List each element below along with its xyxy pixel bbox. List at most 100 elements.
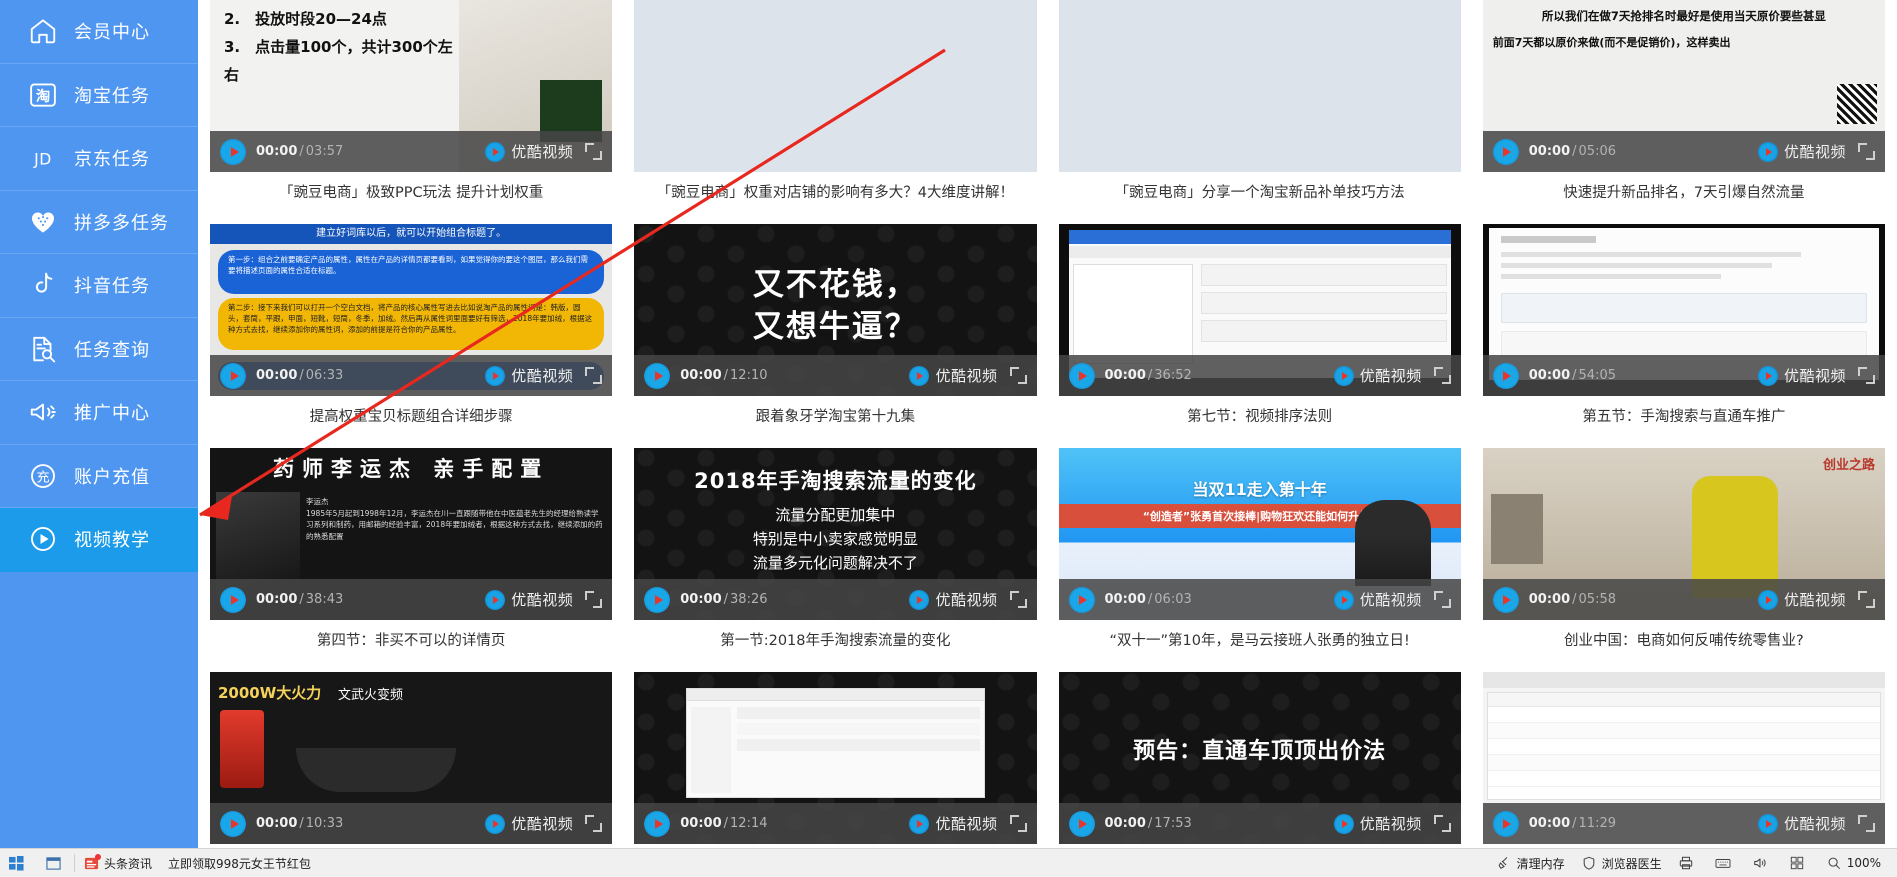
player-control-bar[interactable]: 00:00 / 38:26 优酷视频 xyxy=(634,579,1037,620)
fullscreen-icon[interactable] xyxy=(1858,815,1875,832)
taskbar-right-item-6[interactable] xyxy=(1781,849,1818,877)
fullscreen-icon[interactable] xyxy=(1858,143,1875,160)
video-card[interactable]: 创业之路 00:00 / 05:58 优酷视频 创业中国：电商如何反哺传统零售业 xyxy=(1482,448,1885,672)
video-card[interactable]: 2. 投放时段20—24点 3. 点击量100个，共计300个左右 00:00 /… xyxy=(210,0,613,224)
play-icon[interactable] xyxy=(1492,138,1519,165)
video-title[interactable]: 第一节:2018年手淘搜索流量的变化 xyxy=(634,620,1036,668)
fullscreen-icon[interactable] xyxy=(585,367,603,384)
sidebar-item-9[interactable]: 视频教学 xyxy=(0,508,198,572)
sidebar-item-8[interactable]: 充 账户充值 xyxy=(0,445,198,508)
fullscreen-icon[interactable] xyxy=(1009,815,1027,832)
play-icon[interactable] xyxy=(644,362,671,389)
taskbar-left-item-4[interactable]: 立即领取998元女王节红包 xyxy=(160,849,319,877)
video-title[interactable]: 第四节：非买不可以的详情页 xyxy=(210,620,612,668)
video-title[interactable]: 「豌豆电商」分享一个淘宝新品补单技巧方法 xyxy=(1059,172,1461,220)
taskbar-right-item-5[interactable] xyxy=(1744,849,1781,877)
fullscreen-icon[interactable] xyxy=(1433,815,1451,832)
video-card[interactable]: 建立好词库以后，就可以开始组合标题了。 第一步：组合之前要确定产品的属性，属性在… xyxy=(210,224,613,448)
play-icon[interactable] xyxy=(220,586,246,613)
player-control-bar[interactable]: 00:00 / 12:10 优酷视频 xyxy=(634,355,1037,396)
taskbar-left-item-2[interactable] xyxy=(37,849,74,877)
video-card[interactable]: 又不花钱， 又想牛逼？ 00:00 / 12:10 优酷视频 跟着象牙学淘宝第十… xyxy=(634,224,1037,448)
taskbar-left-item-1[interactable] xyxy=(0,849,37,877)
video-thumbnail[interactable] xyxy=(1058,0,1461,172)
player-control-bar[interactable]: 00:00 / 10:33 优酷视频 xyxy=(210,803,613,844)
sidebar-item-5[interactable]: 抖音任务 xyxy=(0,254,198,318)
player-control-bar[interactable]: 00:00 / 38:43 优酷视频 xyxy=(210,579,613,620)
video-thumbnail[interactable]: 药师李运杰 亲手配置 李运杰 1985年5月起到1998年12月，李运杰在川一直跟… xyxy=(210,448,613,620)
video-card[interactable]: 所以我们在做7天抢排名时最好是使用当天原价要些甚显 前面7天都以原价来做(而不是… xyxy=(1482,0,1885,224)
video-thumbnail[interactable]: 预告：直通车顶顶出价法 00:00 / 17:53 优酷视频 xyxy=(1058,672,1461,844)
sidebar-item-2[interactable]: 淘 淘宝任务 xyxy=(0,64,198,127)
play-icon[interactable] xyxy=(220,138,246,165)
video-title[interactable]: 跟着象牙学淘宝第十九集 xyxy=(634,396,1036,444)
sidebar-item-1[interactable]: 会员中心 xyxy=(0,0,198,64)
player-control-bar[interactable]: 00:00 / 03:57 优酷视频 xyxy=(210,131,613,172)
video-card[interactable]: 2018年手淘搜索流量的变化 流量分配更加集中 特别是中小卖家感觉明显 流量多元… xyxy=(634,448,1037,672)
player-control-bar[interactable]: 00:00 / 06:03 优酷视频 xyxy=(1058,579,1461,620)
video-thumbnail[interactable]: 又不花钱， 又想牛逼？ 00:00 / 12:10 优酷视频 xyxy=(634,224,1037,396)
play-icon[interactable] xyxy=(1492,362,1519,389)
taskbar-right-item-3[interactable] xyxy=(1670,849,1707,877)
video-card[interactable]: 「豌豆电商」权重对店铺的影响有多大？4大维度讲解！ xyxy=(634,0,1037,224)
fullscreen-icon[interactable] xyxy=(585,815,603,832)
video-card[interactable]: 2000W大火力 文武火变频 00:00 / 10:33 优酷视频 xyxy=(210,672,613,848)
video-thumbnail[interactable]: 创业之路 00:00 / 05:58 优酷视频 xyxy=(1482,448,1885,620)
video-card[interactable]: 预告：直通车顶顶出价法 00:00 / 17:53 优酷视频 直通车关键词出价调… xyxy=(1058,672,1461,848)
sidebar-item-6[interactable]: 任务查询 xyxy=(0,318,198,381)
video-thumbnail[interactable]: 2. 投放时段20—24点 3. 点击量100个，共计300个左右 00:00 /… xyxy=(210,0,613,172)
video-title[interactable]: “双十一”第10年，是马云接班人张勇的独立日! xyxy=(1059,620,1461,668)
video-title[interactable]: 「豌豆电商」极致PPC玩法 提升计划权重 xyxy=(210,172,612,220)
video-card[interactable]: 药师李运杰 亲手配置 李运杰 1985年5月起到1998年12月，李运杰在川一直跟… xyxy=(210,448,613,672)
player-control-bar[interactable]: 00:00 / 06:33 优酷视频 xyxy=(210,355,613,396)
taskbar-right-item-7[interactable]: 100% xyxy=(1818,849,1889,877)
sidebar-item-3[interactable]: JD 京东任务 xyxy=(0,127,198,191)
play-icon[interactable] xyxy=(1492,586,1519,613)
video-card[interactable]: 00:00 / 11:29 优酷视频 直通车基本调价 xyxy=(1482,672,1885,848)
fullscreen-icon[interactable] xyxy=(1858,591,1875,608)
player-control-bar[interactable]: 00:00 / 11:29 优酷视频 xyxy=(1482,803,1885,844)
player-control-bar[interactable]: 00:00 / 05:06 优酷视频 xyxy=(1482,131,1885,172)
fullscreen-icon[interactable] xyxy=(1858,367,1875,384)
taskbar-right-item-2[interactable]: 浏览器医生 xyxy=(1573,849,1670,877)
taskbar-right-item-1[interactable]: 清理内存 xyxy=(1488,849,1573,877)
video-card[interactable]: 当双11走入第十年 “创造者”张勇首次接棒|购物狂欢还能如何升级? 00:00 … xyxy=(1058,448,1461,672)
play-icon[interactable] xyxy=(1068,810,1095,837)
video-card[interactable]: 00:00 / 36:52 优酷视频 第七节：视频排序法则 xyxy=(1058,224,1461,448)
video-card[interactable]: 00:00 / 54:05 优酷视频 第五节：手淘搜索与直通车推广 xyxy=(1482,224,1885,448)
video-title[interactable]: 提高权重宝贝标题组合详细步骤 xyxy=(210,396,612,444)
play-icon[interactable] xyxy=(644,586,671,613)
play-icon[interactable] xyxy=(1492,810,1519,837)
video-thumbnail[interactable]: 00:00 / 36:52 优酷视频 xyxy=(1058,224,1461,396)
video-thumbnail[interactable]: 所以我们在做7天抢排名时最好是使用当天原价要些甚显 前面7天都以原价来做(而不是… xyxy=(1482,0,1885,172)
sidebar-item-7[interactable]: 推广中心 xyxy=(0,381,198,445)
fullscreen-icon[interactable] xyxy=(1433,367,1451,384)
video-card[interactable]: 「豌豆电商」分享一个淘宝新品补单技巧方法 xyxy=(1058,0,1461,224)
video-thumbnail[interactable]: 2018年手淘搜索流量的变化 流量分配更加集中 特别是中小卖家感觉明显 流量多元… xyxy=(634,448,1037,620)
play-icon[interactable] xyxy=(1068,362,1095,389)
video-thumbnail[interactable]: 建立好词库以后，就可以开始组合标题了。 第一步：组合之前要确定产品的属性，属性在… xyxy=(210,224,613,396)
video-thumbnail[interactable]: 当双11走入第十年 “创造者”张勇首次接棒|购物狂欢还能如何升级? 00:00 … xyxy=(1058,448,1461,620)
fullscreen-icon[interactable] xyxy=(1009,367,1027,384)
play-icon[interactable] xyxy=(220,810,246,837)
video-title[interactable]: 快速提升新品排名，7天引爆自然流量 xyxy=(1483,172,1885,220)
player-control-bar[interactable]: 00:00 / 05:58 优酷视频 xyxy=(1482,579,1885,620)
video-title[interactable]: 「豌豆电商」权重对店铺的影响有多大？4大维度讲解！ xyxy=(634,172,1036,220)
video-title[interactable]: 第七节：视频排序法则 xyxy=(1059,396,1461,444)
play-icon[interactable] xyxy=(644,810,671,837)
video-thumbnail[interactable]: 00:00 / 11:29 优酷视频 xyxy=(1482,672,1885,844)
player-control-bar[interactable]: 00:00 / 54:05 优酷视频 xyxy=(1482,355,1885,396)
fullscreen-icon[interactable] xyxy=(585,143,603,160)
sidebar-item-4[interactable]: 拼多多任务 xyxy=(0,191,198,254)
play-icon[interactable] xyxy=(220,362,246,389)
taskbar-left-item-3[interactable]: 头条资讯 xyxy=(75,849,160,877)
video-thumbnail[interactable] xyxy=(634,0,1037,172)
player-control-bar[interactable]: 00:00 / 12:14 优酷视频 xyxy=(634,803,1037,844)
video-thumbnail[interactable]: 00:00 / 12:14 优酷视频 xyxy=(634,672,1037,844)
video-title[interactable]: 第五节：手淘搜索与直通车推广 xyxy=(1483,396,1885,444)
video-card[interactable]: 00:00 / 12:14 优酷视频 直通车定位投放 xyxy=(634,672,1037,848)
play-icon[interactable] xyxy=(1068,586,1095,613)
video-thumbnail[interactable]: 2000W大火力 文武火变频 00:00 / 10:33 优酷视频 xyxy=(210,672,613,844)
video-thumbnail[interactable]: 00:00 / 54:05 优酷视频 xyxy=(1482,224,1885,396)
fullscreen-icon[interactable] xyxy=(1433,591,1451,608)
